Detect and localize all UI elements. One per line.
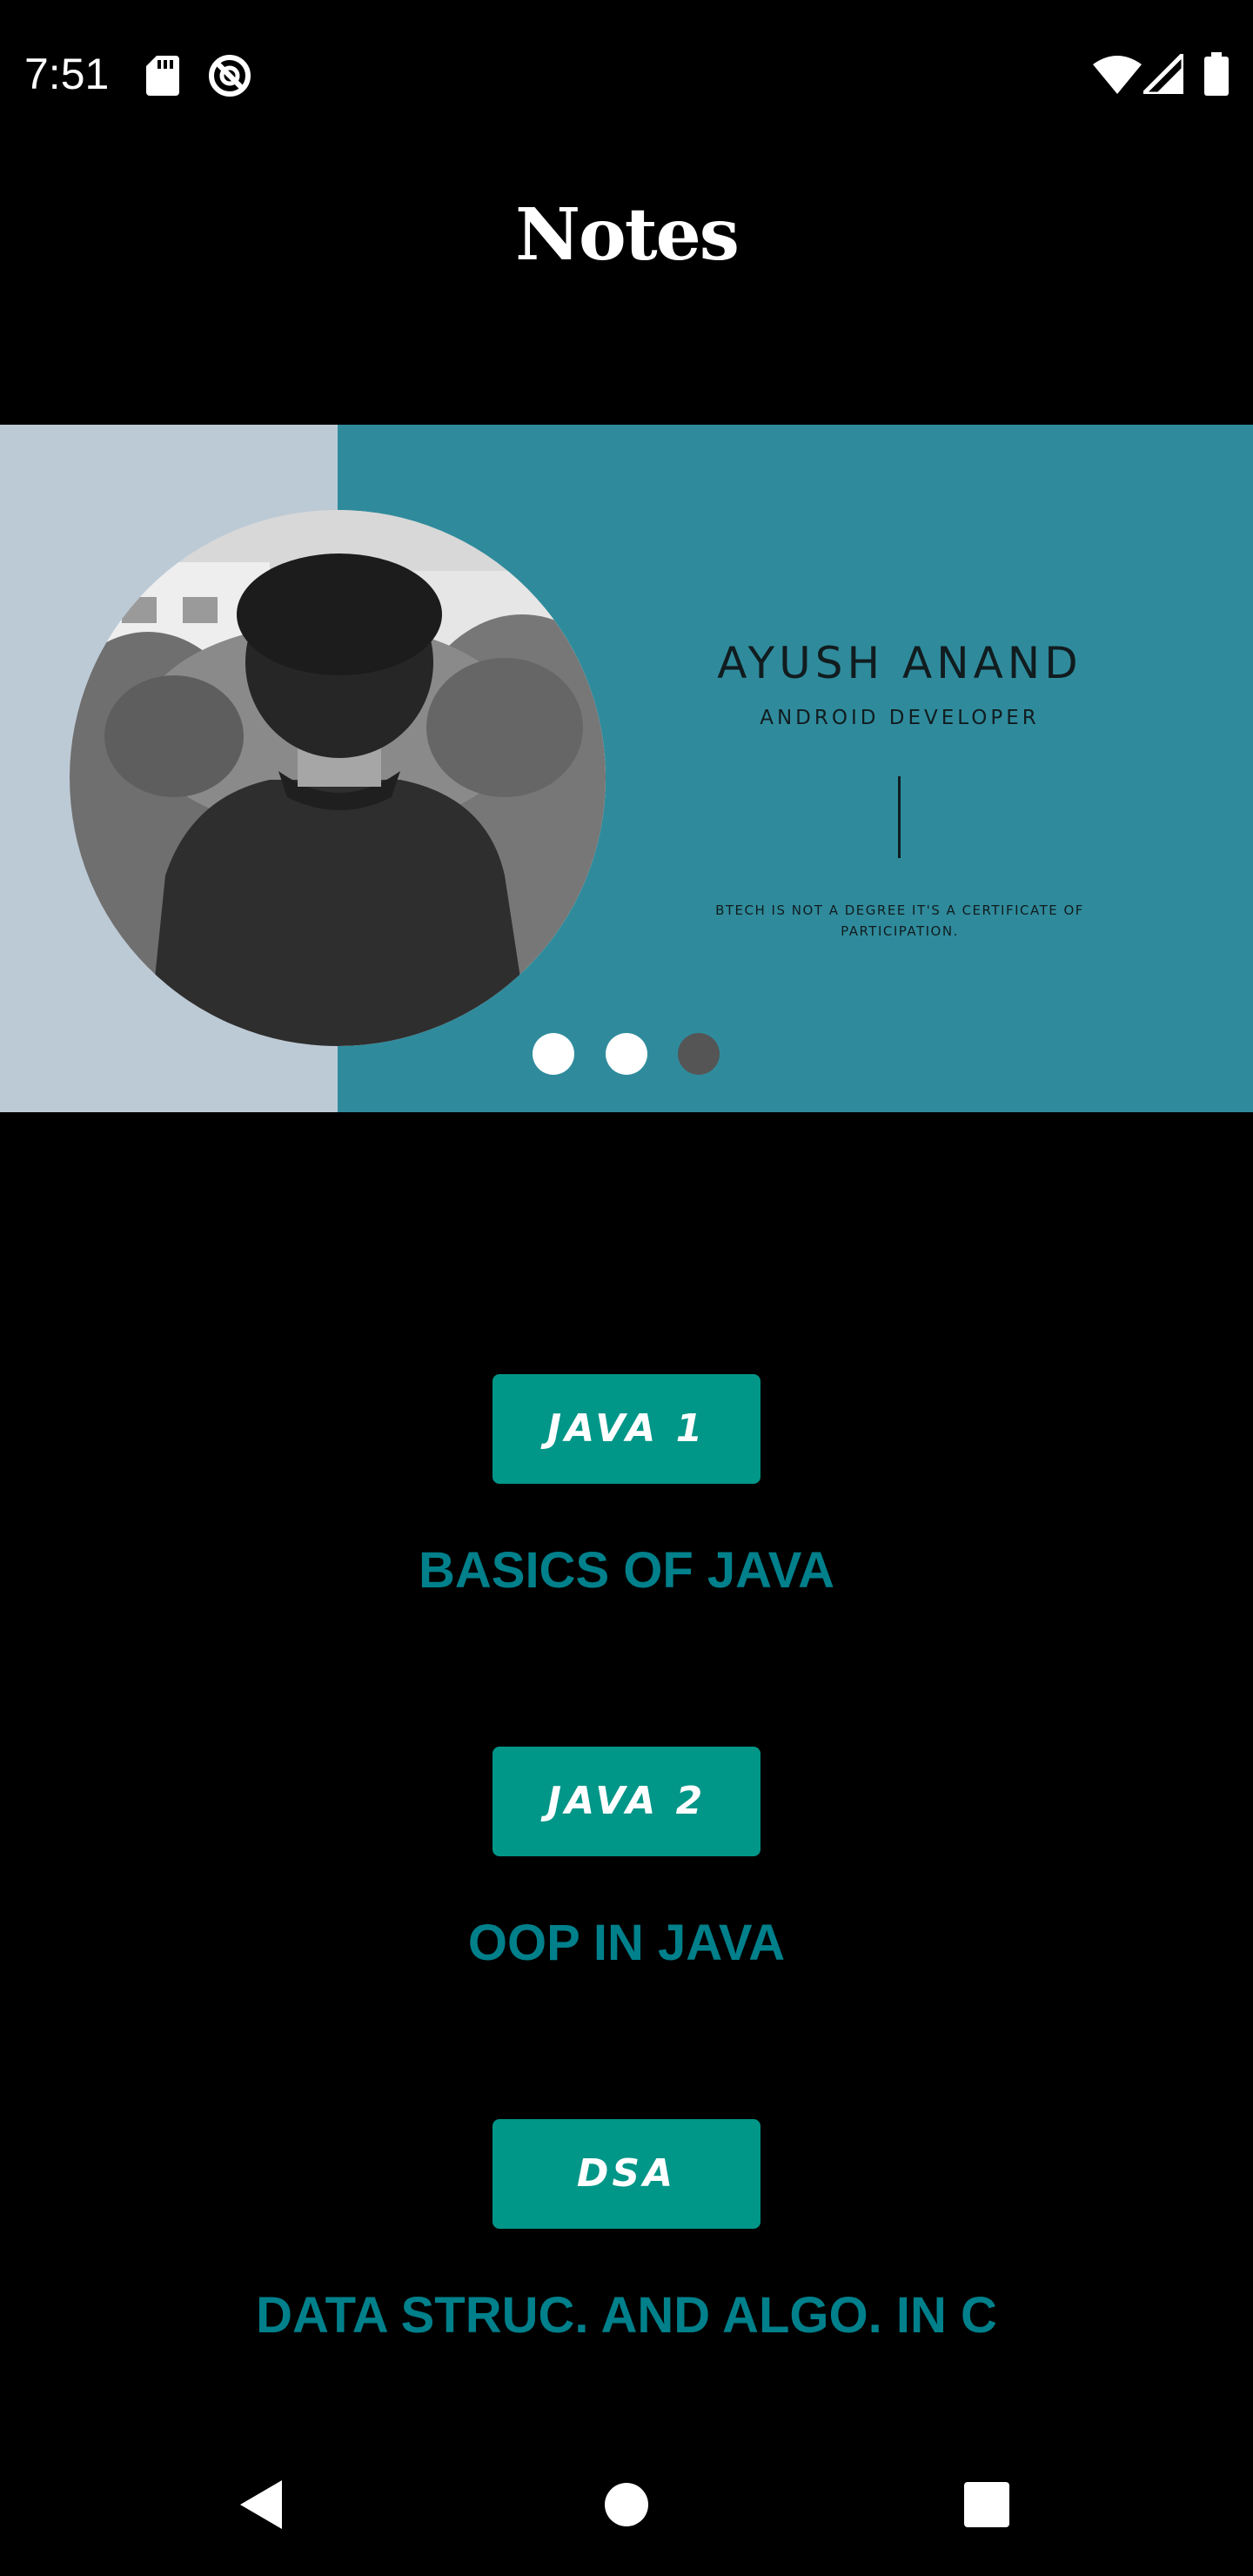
dsa-caption: DATA STRUC. AND ALGO. IN C: [256, 2287, 997, 2344]
app-title: Notes: [515, 193, 740, 277]
cell-signal-icon: [1143, 54, 1183, 94]
carousel-dot-2[interactable]: [606, 1033, 647, 1075]
image-carousel[interactable]: AYUSH ANAND ANDROID DEVELOPER BTECH IS N…: [0, 425, 1253, 1112]
dsa-button[interactable]: DSA: [492, 2119, 761, 2229]
do-not-disturb-icon: [209, 55, 251, 97]
card-quote-line-2: PARTICIPATION.: [841, 923, 959, 939]
card-role: ANDROID DEVELOPER: [760, 707, 1040, 729]
card-name: AYUSH ANAND: [717, 638, 1082, 688]
sd-card-icon: [146, 56, 179, 96]
java-1-caption: BASICS OF JAVA: [418, 1542, 835, 1599]
java-1-button[interactable]: JAVA 1: [492, 1374, 761, 1484]
system-navigation-bar: [0, 2430, 1253, 2576]
back-icon[interactable]: [237, 2479, 284, 2531]
carousel-dot-3-active[interactable]: [678, 1033, 720, 1075]
recents-icon[interactable]: [964, 2482, 1009, 2527]
java-2-button[interactable]: JAVA 2: [492, 1747, 761, 1856]
status-bar: 7:51: [0, 0, 1253, 148]
card-divider: [898, 776, 901, 858]
home-icon[interactable]: [604, 2482, 649, 2527]
profile-photo: [70, 510, 606, 1046]
status-time: 7:51: [24, 50, 110, 98]
battery-icon: [1204, 52, 1229, 96]
card-quote: BTECH IS NOT A DEGREE IT'S A CERTIFICATE…: [696, 900, 1103, 942]
java-2-caption: OOP IN JAVA: [467, 1915, 786, 1971]
carousel-dot-1[interactable]: [533, 1033, 574, 1075]
card-quote-line-1: BTECH IS NOT A DEGREE IT'S A CERTIFICATE…: [715, 902, 1084, 918]
wifi-icon: [1093, 56, 1142, 94]
